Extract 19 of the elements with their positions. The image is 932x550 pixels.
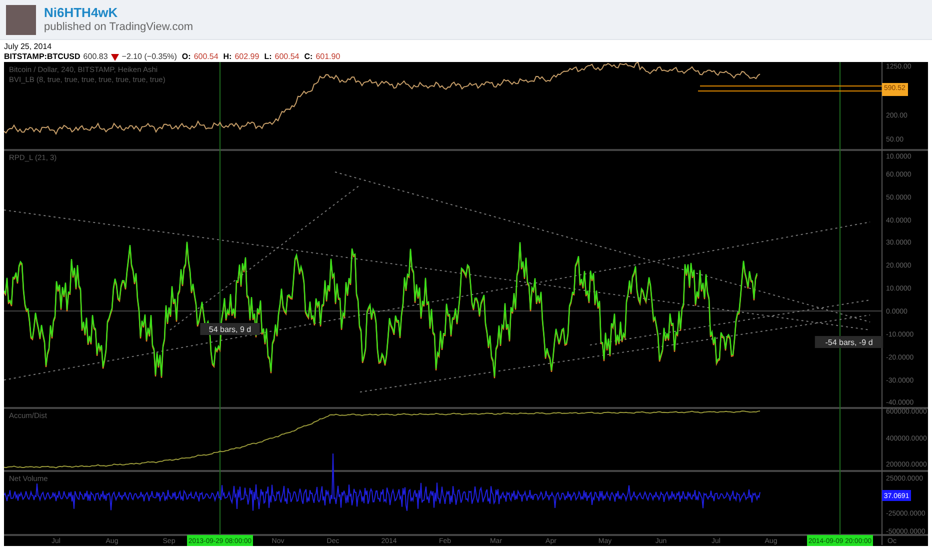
price-tag-background (882, 83, 908, 96)
chart-date: July 25, 2014 (4, 43, 53, 51)
ohlc-label: O: (182, 53, 191, 61)
username-link[interactable]: Ni6HTH4wK (44, 4, 194, 21)
ohlc-label: C: (304, 53, 313, 61)
ohlc-value: 600.54 (194, 53, 218, 61)
ohlc-value: 600.54 (274, 53, 300, 61)
ohlc-label: L: (264, 53, 272, 61)
avatar-placeholder (6, 4, 36, 34)
published-note: published on TradingView.com (44, 20, 194, 34)
ohlc-value: 602.99 (234, 53, 260, 61)
ohlc-label: H: (223, 53, 232, 61)
last-price: 600.83 (83, 53, 108, 61)
down-triangle-icon (110, 54, 119, 60)
ticker-symbol: BITSTAMP:BTCUSD (4, 53, 80, 61)
measure-label: 54 bars, 9 d (200, 323, 260, 335)
price-change: −2.10 (−0.35%) (122, 53, 177, 61)
ohlc-value: 601.90 (316, 53, 340, 61)
measure-label: -54 bars, -9 d (814, 336, 884, 348)
